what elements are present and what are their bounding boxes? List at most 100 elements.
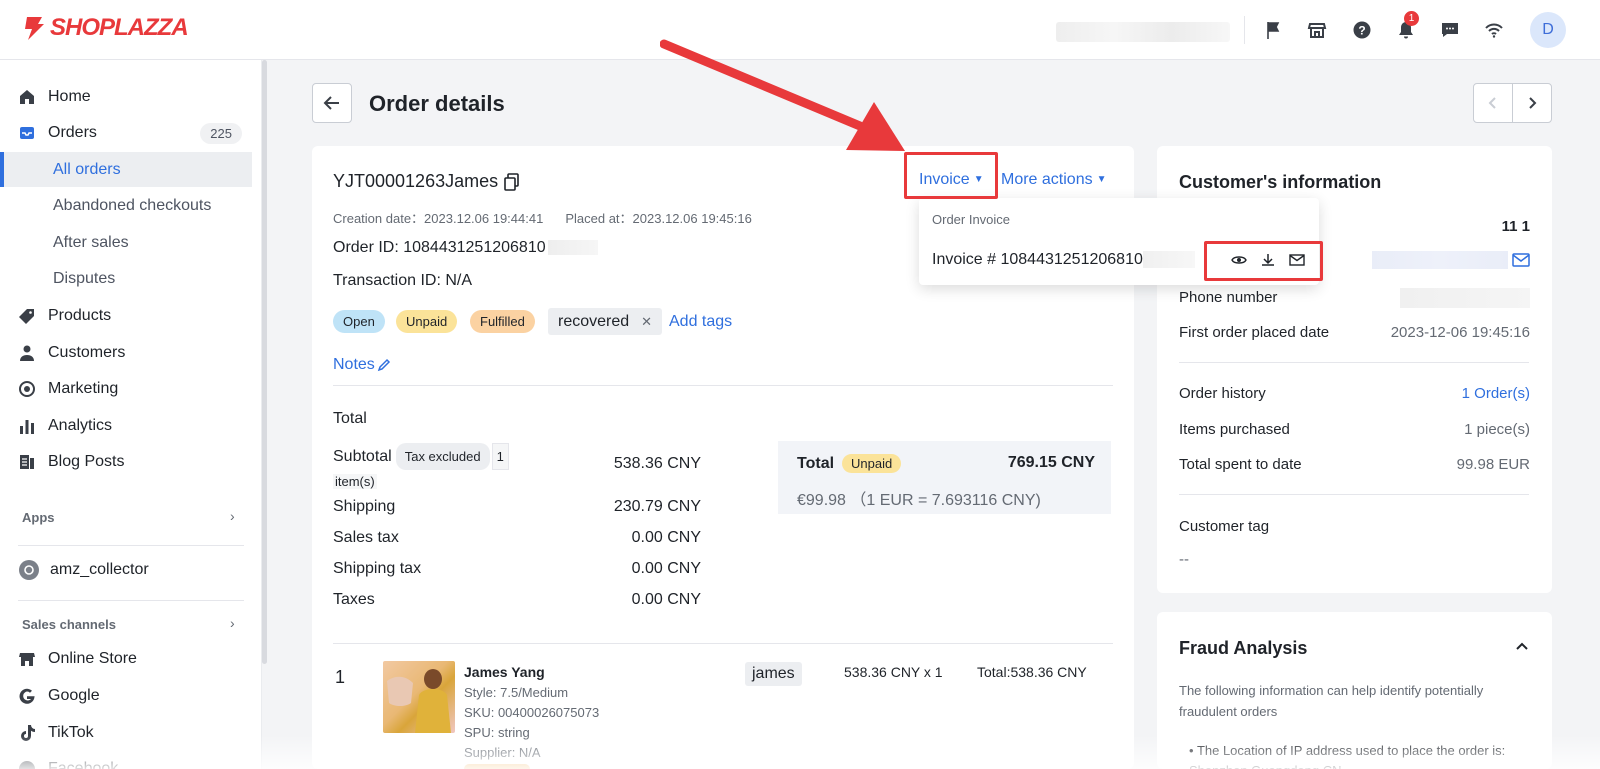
total-spent-label: Total spent to date	[1179, 456, 1302, 473]
shoplazza-logo[interactable]: SHOPLAZZA	[22, 14, 189, 42]
sidebar-item-label: Online Store	[48, 650, 137, 667]
sidebar-item-label: Google	[48, 687, 100, 704]
sidebar-item-analytics[interactable]: Analytics	[18, 408, 242, 444]
help-icon[interactable]: ?	[1350, 18, 1374, 42]
shipping-tax-label: Shipping tax	[333, 560, 422, 577]
items-purchased-value: 1 piece(s)	[1464, 421, 1530, 438]
remove-tag-close-icon[interactable]: ✕	[641, 314, 652, 329]
email-icon[interactable]	[1512, 253, 1530, 267]
sidebar-item-all-orders[interactable]: All orders	[53, 152, 121, 188]
wifi-icon[interactable]	[1482, 18, 1506, 42]
next-order-button[interactable]	[1512, 83, 1552, 123]
sales-channels-chevron-right-icon[interactable]: ›	[230, 615, 235, 631]
sidebar-item-label: amz_collector	[50, 561, 149, 578]
custom-tag: recovered ✕	[548, 308, 663, 335]
store-icon[interactable]	[1305, 18, 1329, 42]
sales-tax-label: Sales tax	[333, 529, 399, 546]
sidebar-item-marketing[interactable]: Marketing	[18, 371, 242, 407]
google-icon	[18, 687, 36, 705]
home-icon	[18, 88, 36, 106]
sidebar-item-amz-collector[interactable]: amz_collector	[18, 552, 242, 588]
invoice-number: Invoice # 1084431251206810	[932, 251, 1143, 268]
sidebar-item-customers[interactable]: Customers	[18, 335, 242, 371]
chat-icon[interactable]	[1438, 18, 1462, 42]
pencil-icon	[377, 358, 390, 372]
nav-active-highlight	[0, 152, 252, 187]
chevron-up-icon[interactable]	[1515, 640, 1529, 654]
sidebar-item-blog-posts[interactable]: Blog Posts	[18, 444, 242, 480]
sidebar-item-after-sales[interactable]: After sales	[53, 225, 129, 261]
target-icon	[18, 380, 36, 398]
status-badge-open: Open	[333, 310, 385, 333]
line-item-style: Style: 7.5/Medium	[464, 685, 569, 700]
subtotal-label-text: Subtotal	[333, 448, 392, 465]
page-title: Order details	[369, 91, 505, 116]
invoice-menu-header: Order Invoice	[932, 212, 1011, 227]
line-item-spu: SPU: string	[464, 725, 530, 740]
total-label: Total Unpaid	[797, 454, 902, 473]
order-history-link[interactable]: 1 Order(s)	[1300, 385, 1530, 402]
shipping-label: Shipping	[333, 498, 396, 515]
store-icon	[18, 650, 36, 668]
sidebar-item-label: Blog Posts	[48, 453, 125, 470]
sidebar-item-disputes[interactable]: Disputes	[53, 261, 115, 297]
sidebar-item-home[interactable]: Home	[18, 79, 242, 115]
shipping-value: 230.79 CNY	[613, 498, 701, 515]
order-number-text: YJT00001263James	[333, 171, 499, 191]
annotation-arrow-icon	[660, 39, 905, 151]
previous-order-button[interactable]	[1473, 83, 1513, 123]
product-image[interactable]	[383, 661, 455, 733]
sidebar-item-online-store[interactable]: Online Store	[18, 641, 242, 677]
summary-title: Total	[333, 410, 367, 427]
invoice-number-redacted	[1142, 251, 1195, 269]
sidebar-item-products[interactable]: Products	[18, 298, 242, 334]
svg-text:?: ?	[1358, 24, 1365, 38]
items-purchased-label: Items purchased	[1179, 421, 1290, 438]
sidebar-item-label: Home	[48, 88, 91, 105]
order-id-redacted	[547, 240, 598, 256]
line-item-total: Total:538.36 CNY	[977, 664, 1087, 680]
flag-icon[interactable]	[1261, 18, 1285, 42]
sidebar-item-facebook[interactable]: Facebook	[18, 751, 242, 769]
more-actions-button[interactable]: More actions ▼	[1001, 171, 1107, 189]
sidebar-item-tiktok[interactable]: TikTok	[18, 715, 242, 751]
back-button[interactable]	[312, 83, 352, 123]
add-tags-link[interactable]: Add tags	[669, 313, 732, 331]
custom-tag-label: recovered	[558, 313, 630, 330]
notes-link[interactable]: Notes	[333, 356, 391, 374]
person-icon	[18, 344, 36, 362]
subtotal-value: 538.36 CNY	[613, 455, 701, 472]
line-item-status-chip	[464, 764, 530, 769]
sidebar-item-google[interactable]: Google	[18, 678, 242, 714]
customer-name[interactable]: 11 1	[1300, 218, 1530, 235]
customer-tag-label: Customer tag	[1179, 518, 1270, 535]
sidebar-item-orders[interactable]: Orders 225	[18, 115, 242, 151]
order-id-text: Order ID: 1084431251206810	[333, 239, 546, 256]
line-item-supplier: Supplier: N/A	[464, 745, 541, 760]
items-suffix: item(s)	[333, 474, 377, 489]
sidebar-item-label: Orders	[48, 124, 97, 141]
invoice-menu-item[interactable]: Invoice # 1084431251206810	[932, 251, 1195, 269]
copy-icon[interactable]	[504, 172, 520, 191]
logo-text: SHOPLAZZA	[50, 14, 189, 41]
sidebar-item-label: Facebook	[48, 760, 119, 769]
sidebar-item-label: TikTok	[48, 724, 94, 741]
apps-chevron-right-icon[interactable]: ›	[230, 508, 235, 524]
avatar[interactable]: D	[1530, 12, 1566, 48]
fraud-analysis-title: Fraud Analysis	[1179, 638, 1308, 658]
line-item-name[interactable]: James Yang	[464, 664, 545, 680]
total-spent-value: 99.98 EUR	[1456, 456, 1530, 473]
placed-date: Placed at：2023.12.06 19:45:16	[565, 211, 752, 226]
sidebar-scrollbar[interactable]	[262, 60, 267, 664]
sidebar-item-label: Marketing	[48, 380, 119, 397]
taxes-value: 0.00 CNY	[631, 591, 701, 608]
store-selector-redacted[interactable]	[1056, 22, 1230, 42]
first-order-value: 2023-12-06 19:45:16	[1390, 324, 1530, 341]
sidebar-item-abandoned-checkouts[interactable]: Abandoned checkouts	[53, 188, 211, 224]
sidebar-item-label: Products	[48, 307, 112, 324]
total-status-badge: Unpaid	[842, 454, 902, 473]
sales-channels-section-label: Sales channels	[22, 617, 116, 632]
line-item-index: 1	[335, 667, 346, 687]
customer-email-redacted	[1372, 251, 1508, 269]
tag-icon	[18, 307, 36, 325]
